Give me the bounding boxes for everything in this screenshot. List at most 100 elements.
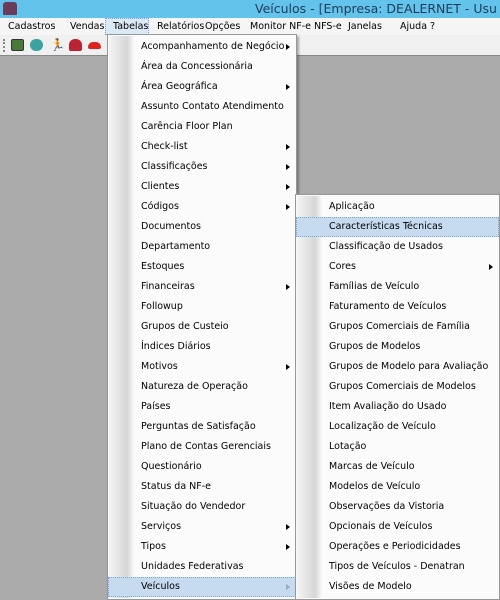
menu-item-paises[interactable]: Países bbox=[108, 397, 296, 417]
menu-bar: Cadastros Vendas Tabelas Relatórios Opções Mo… bbox=[0, 18, 500, 35]
menu-item-estoques[interactable]: Estoques bbox=[108, 257, 296, 277]
menu-item-label: Área da Concessionária bbox=[141, 61, 253, 72]
app-icon[interactable] bbox=[3, 2, 17, 15]
menu-item-label: Unidades Federativas bbox=[141, 561, 244, 572]
menu-item-area-geografica[interactable]: Área Geográfica bbox=[108, 77, 296, 97]
menu-relatorios[interactable]: Relatórios bbox=[149, 18, 204, 35]
menu-item-label: Estoques bbox=[141, 261, 185, 272]
menu-opcoes[interactable]: Opções bbox=[197, 18, 242, 35]
submenu-arrow-icon bbox=[286, 44, 290, 50]
menu-item-modelos-de-veiculo[interactable]: Modelos de Veículo bbox=[296, 477, 499, 497]
runner-icon[interactable]: 🏃 bbox=[50, 39, 65, 51]
car-search-icon[interactable] bbox=[30, 39, 43, 51]
menu-monitor-nf-e-nfs-e[interactable]: Monitor NF-e NFS-e bbox=[242, 18, 342, 35]
menu-item-documentos[interactable]: Documentos bbox=[108, 217, 296, 237]
menu-item-motivos[interactable]: Motivos bbox=[108, 357, 296, 377]
menu-item-classificacao-de-usados[interactable]: Classificação de Usados bbox=[296, 237, 499, 257]
menu-item-veiculos[interactable]: Veículos bbox=[108, 577, 296, 597]
menu-item-indices-diarios[interactable]: Índices Diários bbox=[108, 337, 296, 357]
menu-item-label: Classificação de Usados bbox=[329, 241, 443, 252]
menu-item-grupos-de-modelos[interactable]: Grupos de Modelos bbox=[296, 337, 499, 357]
menu-item-observacoes-da-vistoria[interactable]: Observações da Vistoria bbox=[296, 497, 499, 517]
menu-item-label: Marcas de Veículo bbox=[329, 461, 415, 472]
toolbar-grip[interactable] bbox=[3, 39, 5, 52]
menu-item-grupos-comerciais-de-familia[interactable]: Grupos Comerciais de Família bbox=[296, 317, 499, 337]
menu-item-label: Status da NF-e bbox=[141, 481, 212, 492]
menu-item-item-avaliacao-do-usado[interactable]: Item Avaliação do Usado bbox=[296, 397, 499, 417]
menu-item-area-da-concessionaria[interactable]: Área da Concessionária bbox=[108, 57, 296, 77]
menu-item-label: Clientes bbox=[141, 181, 180, 192]
menu-item-visoes-de-modelo[interactable]: Visões de Modelo bbox=[296, 577, 499, 597]
menu-item-carencia-floor-plan[interactable]: Carência Floor Plan bbox=[108, 117, 296, 137]
menu-item-label: Cores bbox=[329, 261, 356, 272]
menu-item-lotacao[interactable]: Lotação bbox=[296, 437, 499, 457]
menu-item-natureza-de-operacao[interactable]: Natureza de Operação bbox=[108, 377, 296, 397]
menu-item-followup[interactable]: Followup bbox=[108, 297, 296, 317]
veiculos-submenu: Aplicação Características Técnicas Classif… bbox=[295, 194, 500, 600]
menu-item-plano-de-contas-gerenciais[interactable]: Plano de Contas Gerenciais bbox=[108, 437, 296, 457]
menu-item-label: Lotação bbox=[329, 441, 367, 452]
menu-item-financeiras[interactable]: Financeiras bbox=[108, 277, 296, 297]
menu-item-questionario[interactable]: Questionário bbox=[108, 457, 296, 477]
menu-item-grupos-de-custeio[interactable]: Grupos de Custeio bbox=[108, 317, 296, 337]
menu-item-assunto-contato-atendimento[interactable]: Assunto Contato Atendimento bbox=[108, 97, 296, 117]
red-car-icon[interactable] bbox=[88, 42, 101, 49]
menu-item-label: Grupos Comerciais de Família bbox=[329, 321, 470, 332]
menu-item-grupos-de-modelo-para-avaliacao[interactable]: Grupos de Modelo para Avaliação bbox=[296, 357, 499, 377]
menu-item-label: Famílias de Veículo bbox=[329, 281, 420, 292]
tabelas-menu: Acompanhamento de Negócio Área da Concess… bbox=[107, 34, 297, 600]
submenu-arrow-icon bbox=[286, 544, 290, 550]
menu-item-aplicacao[interactable]: Aplicação bbox=[296, 197, 499, 217]
menu-item-situacao-do-vendedor[interactable]: Situação do Vendedor bbox=[108, 497, 296, 517]
menu-item-label: Área Geográfica bbox=[141, 81, 218, 92]
window-title: Veículos - [Empresa: DEALERNET - Usu bbox=[255, 1, 497, 16]
menu-item-codigos[interactable]: Códigos bbox=[108, 197, 296, 217]
menu-cadastros[interactable]: Cadastros bbox=[0, 18, 62, 35]
menu-item-label: Códigos bbox=[141, 201, 179, 212]
menu-item-label: Países bbox=[141, 401, 171, 412]
cat-icon[interactable] bbox=[69, 39, 82, 51]
menu-item-check-list[interactable]: Check-list bbox=[108, 137, 296, 157]
menu-tabelas[interactable]: Tabelas bbox=[105, 18, 149, 35]
menu-item-label: Observações da Vistoria bbox=[329, 501, 445, 512]
menu-item-clientes[interactable]: Clientes bbox=[108, 177, 296, 197]
menu-item-opcionais-de-veiculos[interactable]: Opcionais de Veículos bbox=[296, 517, 499, 537]
menu-item-label: Opcionais de Veículos bbox=[329, 521, 433, 532]
menu-item-tipos[interactable]: Tipos bbox=[108, 537, 296, 557]
menu-item-acompanhamento-de-negocio[interactable]: Acompanhamento de Negócio bbox=[108, 37, 296, 57]
menu-item-label: Followup bbox=[141, 301, 183, 312]
menu-item-faturamento-de-veiculos[interactable]: Faturamento de Veículos bbox=[296, 297, 499, 317]
grid-icon[interactable] bbox=[11, 39, 24, 51]
menu-item-label: Operações e Periodicidades bbox=[329, 541, 461, 552]
menu-item-servicos[interactable]: Serviços bbox=[108, 517, 296, 537]
menu-item-label: Situação do Vendedor bbox=[141, 501, 246, 512]
submenu-arrow-icon bbox=[286, 144, 290, 150]
menu-item-grupos-comerciais-de-modelos[interactable]: Grupos Comerciais de Modelos bbox=[296, 377, 499, 397]
menu-item-tipos-de-veiculos-denatran[interactable]: Tipos de Veículos - Denatran bbox=[296, 557, 499, 577]
menu-item-label: Natureza de Operação bbox=[141, 381, 248, 392]
submenu-arrow-icon bbox=[286, 84, 290, 90]
submenu-arrow-icon bbox=[489, 264, 493, 270]
menu-item-operacoes-e-periodicidades[interactable]: Operações e Periodicidades bbox=[296, 537, 499, 557]
menu-item-localizacao-de-veiculo[interactable]: Localização de Veículo bbox=[296, 417, 499, 437]
menu-item-perguntas-de-satisfacao[interactable]: Perguntas de Satisfação bbox=[108, 417, 296, 437]
menu-item-label: Financeiras bbox=[141, 281, 195, 292]
menu-item-unidades-federativas[interactable]: Unidades Federativas bbox=[108, 557, 296, 577]
menu-item-label: Tipos bbox=[141, 541, 166, 552]
menu-item-label: Visões de Modelo bbox=[329, 581, 412, 592]
menu-item-marcas-de-veiculo[interactable]: Marcas de Veículo bbox=[296, 457, 499, 477]
menu-item-departamento[interactable]: Departamento bbox=[108, 237, 296, 257]
menu-item-label: Modelos de Veículo bbox=[329, 481, 421, 492]
menu-item-cores[interactable]: Cores bbox=[296, 257, 499, 277]
menu-item-familias-de-veiculo[interactable]: Famílias de Veículo bbox=[296, 277, 499, 297]
menu-item-label: Plano de Contas Gerenciais bbox=[141, 441, 271, 452]
menu-item-caracteristicas-tecnicas[interactable]: Características Técnicas bbox=[296, 217, 499, 237]
menu-janelas[interactable]: Janelas bbox=[340, 18, 392, 35]
menu-vendas[interactable]: Vendas bbox=[62, 18, 107, 35]
menu-item-label: Assunto Contato Atendimento bbox=[141, 101, 284, 112]
menu-item-label: Item Avaliação do Usado bbox=[329, 401, 447, 412]
menu-item-status-da-nf-e[interactable]: Status da NF-e bbox=[108, 477, 296, 497]
menu-ajuda[interactable]: Ajuda ? bbox=[392, 18, 442, 35]
menu-item-label: Documentos bbox=[141, 221, 201, 232]
menu-item-classificacoes[interactable]: Classificações bbox=[108, 157, 296, 177]
